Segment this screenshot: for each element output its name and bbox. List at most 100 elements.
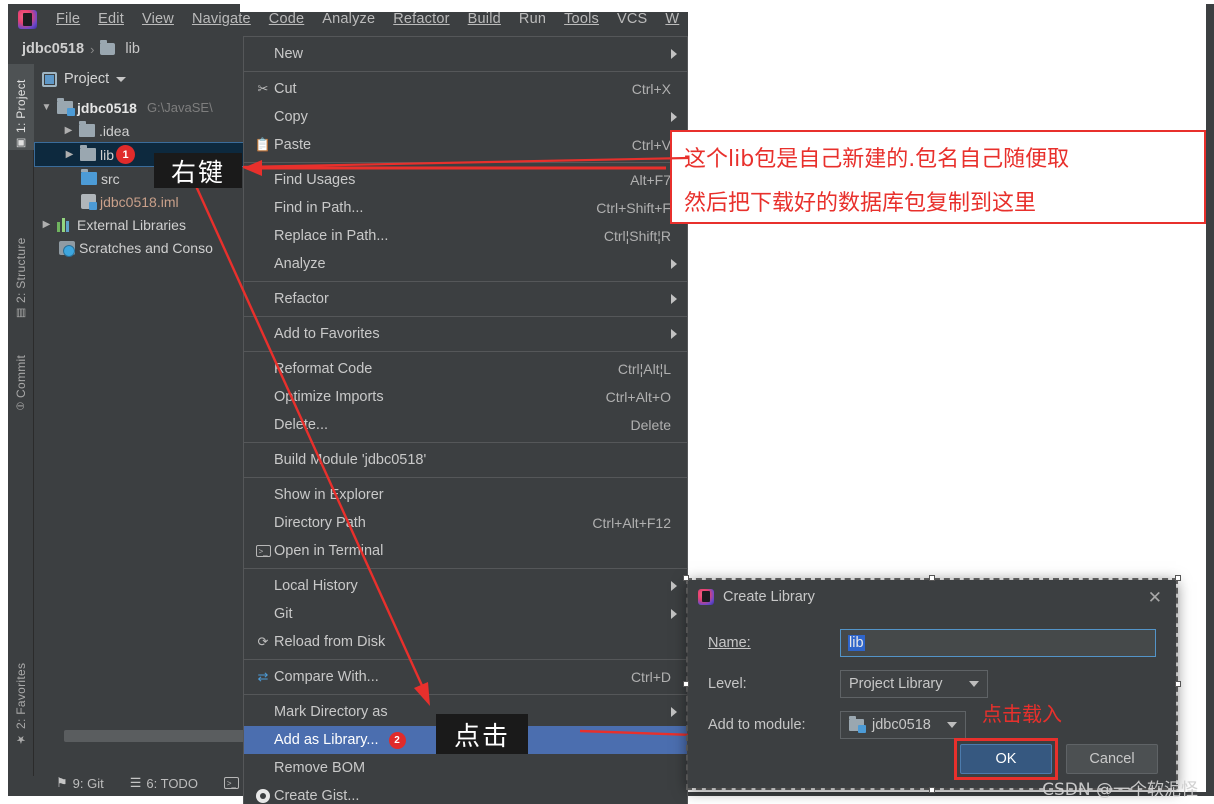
menu-item-delete[interactable]: Delete... Delete [244, 411, 687, 439]
breadcrumb-current[interactable]: lib [125, 41, 140, 57]
menubar-item-navigate[interactable]: Navigate [183, 9, 260, 29]
menubar-item-view[interactable]: View [133, 9, 183, 29]
menu-item-directory-path[interactable]: Directory Path Ctrl+Alt+F12 [244, 509, 687, 537]
menubar-item-edit[interactable]: Edit [89, 9, 133, 29]
menu-separator [244, 281, 687, 282]
menubar-item-file[interactable]: File [47, 9, 89, 29]
callout-click: 点击 [436, 714, 528, 754]
menu-item-add-to-favorites[interactable]: Add to Favorites [244, 320, 687, 348]
folder-icon [100, 40, 116, 55]
menubar-item-vcs[interactable]: VCS [608, 9, 656, 29]
menu-item-find-usages[interactable]: Find Usages Alt+F7 [244, 166, 687, 194]
chevron-collapsed-icon[interactable]: ▶ [63, 149, 76, 160]
source-folder-icon [81, 169, 97, 185]
create-library-dialog: Create Library ✕ Name: lib Level: Projec… [688, 580, 1176, 788]
sidebar-item-project[interactable]: ▣ 1: Project [8, 64, 34, 150]
dialog-handle-tl[interactable] [683, 575, 689, 581]
status-item-todo[interactable]: ☰ 6: TODO [130, 775, 198, 791]
menu-item-compare-with[interactable]: ⇄ Compare With... Ctrl+D [244, 663, 687, 691]
menubar-item-window[interactable]: W [656, 9, 688, 29]
sidebar-item-structure[interactable]: ▥ 2: Structure [8, 216, 34, 320]
menu-item-remove-bom[interactable]: Remove BOM [244, 754, 687, 782]
menu-item-local-history-label: Local History [274, 578, 358, 594]
tree-node-idea[interactable]: ▶ .idea [34, 119, 248, 142]
menu-item-local-history[interactable]: Local History [244, 572, 687, 600]
status-item-git-label: 9: Git [72, 775, 104, 791]
tree-node-label: External Libraries [77, 216, 186, 233]
chevron-expanded-icon[interactable]: ▼ [40, 102, 53, 113]
status-item-git[interactable]: ⚑ 9: Git [56, 775, 104, 791]
menu-item-open-in-terminal[interactable]: >_ Open in Terminal [244, 537, 687, 565]
name-input[interactable]: lib [840, 628, 1156, 657]
menu-item-refactor[interactable]: Refactor [244, 285, 687, 313]
menu-item-git[interactable]: Git [244, 600, 687, 628]
sidebar-item-commit[interactable]: ⦶ Commit [8, 330, 34, 410]
step-badge-2: 2 [388, 731, 406, 749]
dialog-title: Create Library [723, 589, 815, 605]
menubar-item-code[interactable]: Code [260, 9, 313, 29]
chevron-collapsed-icon[interactable]: ▶ [40, 219, 53, 230]
menu-item-analyze-label: Analyze [274, 256, 326, 272]
menu-item-new-label: New [274, 46, 304, 62]
git-branch-icon: ⚑ [56, 775, 68, 790]
tree-node-scratches[interactable]: Scratches and Conso [34, 236, 248, 259]
level-select[interactable]: Project Library [840, 669, 988, 698]
chevron-down-icon[interactable] [116, 76, 127, 82]
menu-item-open-in-terminal-label: Open in Terminal [274, 543, 384, 559]
tree-node-external-libraries[interactable]: ▶ External Libraries [34, 213, 248, 236]
submenu-arrow-icon [671, 259, 677, 269]
menubar-item-tools[interactable]: Tools [555, 9, 608, 29]
project-panel-horizontal-scrollbar[interactable] [64, 730, 260, 742]
menubar-item-file-label: File [56, 11, 81, 27]
status-item-terminal[interactable]: >_ [223, 777, 239, 789]
menu-item-cut-label: Cut [274, 81, 297, 97]
dialog-handle-tr[interactable] [1175, 575, 1181, 581]
breadcrumb-project[interactable]: jdbc0518 [22, 41, 84, 57]
menu-item-replace-in-path[interactable]: Replace in Path... Ctrl¦Shift¦R [244, 222, 687, 250]
menu-item-cut[interactable]: ✂ Cut Ctrl+X [244, 75, 687, 103]
menubar-item-analyze[interactable]: Analyze [313, 9, 384, 29]
dialog-titlebar[interactable]: Create Library ✕ [688, 580, 1176, 614]
menu-separator [244, 477, 687, 478]
editor-white-area-top [240, 0, 1206, 12]
menu-item-create-gist[interactable]: Create Gist... [244, 782, 687, 804]
menu-item-copy[interactable]: Copy [244, 103, 687, 131]
menu-item-reload-from-disk[interactable]: ⟳ Reload from Disk [244, 628, 687, 656]
menubar-item-refactor[interactable]: Refactor [384, 9, 458, 29]
tree-node-jdbc0518[interactable]: ▼ jdbc0518 G:\JavaSE\ [34, 96, 248, 119]
name-input-value: lib [848, 634, 865, 651]
context-menu[interactable]: New ✂ Cut Ctrl+X Copy 📋 Paste Ctrl+V Fin… [243, 36, 688, 804]
menu-item-build-module-label: Build Module 'jdbc0518' [274, 452, 427, 468]
menu-item-directory-path-label: Directory Path [274, 515, 366, 531]
menu-item-optimize-imports-shortcut: Ctrl+Alt+O [605, 389, 671, 405]
project-panel-header[interactable]: Project [34, 64, 248, 94]
close-icon[interactable]: ✕ [1148, 588, 1162, 608]
project-panel-title: Project [64, 71, 110, 87]
dialog-handle-ml[interactable] [683, 681, 689, 687]
menu-item-find-in-path[interactable]: Find in Path... Ctrl+Shift+F [244, 194, 687, 222]
folder-icon [80, 145, 96, 161]
chevron-collapsed-icon[interactable]: ▶ [62, 125, 75, 136]
menu-item-optimize-imports[interactable]: Optimize Imports Ctrl+Alt+O [244, 383, 687, 411]
menu-item-paste[interactable]: 📋 Paste Ctrl+V [244, 131, 687, 159]
cancel-button[interactable]: Cancel [1066, 744, 1158, 774]
menu-item-show-in-explorer[interactable]: Show in Explorer [244, 481, 687, 509]
project-window-icon [42, 71, 57, 87]
add-to-module-select[interactable]: jdbc0518 [840, 710, 966, 739]
menu-item-add-as-library-label: Add as Library... [274, 732, 379, 748]
menu-item-reformat-code[interactable]: Reformat Code Ctrl¦Alt¦L [244, 355, 687, 383]
menubar-item-build[interactable]: Build [459, 9, 510, 29]
menu-item-new[interactable]: New [244, 40, 687, 68]
tree-node-jdbc0518-iml[interactable]: jdbc0518.iml [34, 190, 248, 213]
menubar-item-run[interactable]: Run [510, 9, 555, 29]
sidebar-item-structure-label: 2: Structure [14, 237, 28, 303]
dialog-handle-bc[interactable] [929, 787, 935, 793]
dialog-handle-mr[interactable] [1175, 681, 1181, 687]
submenu-arrow-icon [671, 609, 677, 619]
module-folder-icon [57, 98, 75, 116]
dialog-handle-tc[interactable] [929, 575, 935, 581]
sidebar-item-favorites[interactable]: ★ 2: Favorites [8, 638, 34, 746]
menu-item-analyze[interactable]: Analyze [244, 250, 687, 278]
menu-item-paste-label: Paste [274, 137, 312, 153]
menu-item-build-module[interactable]: Build Module 'jdbc0518' [244, 446, 687, 474]
